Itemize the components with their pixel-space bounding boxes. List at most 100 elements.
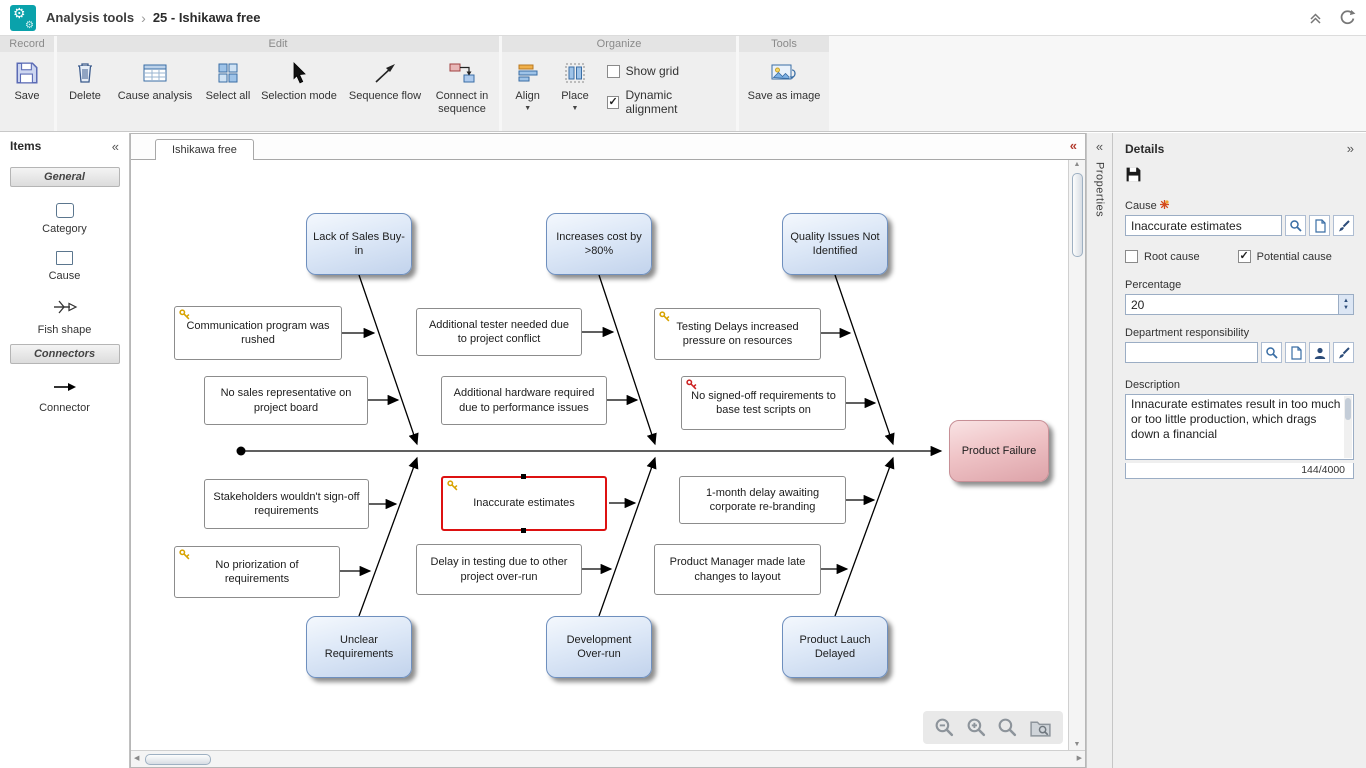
cause-node[interactable]: Additional tester needed due to project … bbox=[416, 308, 582, 356]
save-as-image-button[interactable]: Save as image bbox=[741, 54, 827, 131]
breadcrumb-app-name[interactable]: Analysis tools bbox=[46, 10, 134, 25]
show-grid-checkbox[interactable] bbox=[607, 65, 620, 78]
cause-field-label: Cause bbox=[1125, 200, 1157, 212]
search-icon[interactable] bbox=[1261, 342, 1282, 363]
selection-handle[interactable] bbox=[521, 528, 526, 533]
canvas-horizontal-scrollbar[interactable]: ◀ ▶ bbox=[131, 750, 1085, 767]
category-node[interactable]: Quality Issues Not Identified bbox=[782, 213, 888, 275]
place-dropdown-icon[interactable]: ▼ bbox=[572, 106, 579, 112]
selection-mode-button[interactable]: Selection mode bbox=[257, 54, 341, 131]
cause-node[interactable]: No priorization of requirements bbox=[174, 546, 340, 598]
step-up-icon[interactable]: ▲ bbox=[1343, 298, 1349, 305]
ribbon-group-edit: Edit Delete Cause analysis Select all bbox=[57, 36, 499, 131]
scroll-right-icon[interactable]: ▶ bbox=[1077, 754, 1082, 764]
cause-node[interactable]: No signed-off requirements to base test … bbox=[681, 376, 846, 430]
cause-node-selected[interactable]: Inaccurate estimates bbox=[441, 476, 607, 531]
properties-tab[interactable]: Properties bbox=[1094, 162, 1106, 217]
sidebar-item-category[interactable]: Category bbox=[0, 203, 129, 235]
scroll-up-icon[interactable]: ▲ bbox=[1074, 160, 1081, 170]
ribbon: Record Save Edit Delete Caus bbox=[0, 36, 1366, 132]
section-connectors[interactable]: Connectors bbox=[10, 344, 120, 364]
delete-label: Delete bbox=[69, 90, 101, 103]
description-scroll-thumb[interactable] bbox=[1345, 398, 1351, 420]
key-icon bbox=[447, 480, 458, 495]
sidebar-item-cause[interactable]: Cause bbox=[0, 251, 129, 282]
zoom-in-icon[interactable] bbox=[966, 717, 987, 738]
cause-analysis-button[interactable]: Cause analysis bbox=[111, 54, 199, 131]
scroll-left-icon[interactable]: ◀ bbox=[134, 754, 139, 764]
sequence-flow-button[interactable]: Sequence flow bbox=[341, 54, 429, 131]
delete-button[interactable]: Delete bbox=[59, 54, 111, 131]
align-button[interactable]: Align ▼ bbox=[504, 54, 551, 131]
category-node[interactable]: Increases cost by >80% bbox=[546, 213, 652, 275]
cause-label: Communication program was rushed bbox=[183, 319, 333, 348]
select-all-button[interactable]: Select all bbox=[199, 54, 257, 131]
zoom-reset-icon[interactable] bbox=[997, 717, 1018, 738]
cause-node[interactable]: Delay in testing due to other project ov… bbox=[416, 544, 582, 595]
cause-input[interactable] bbox=[1125, 215, 1282, 236]
root-cause-checkbox[interactable] bbox=[1125, 250, 1138, 263]
category-node[interactable]: Product Lauch Delayed bbox=[782, 616, 888, 678]
cause-node[interactable]: Product Manager made late changes to lay… bbox=[654, 544, 821, 595]
app-logo-icon: ⚙ ⚙ bbox=[10, 5, 36, 31]
percentage-stepper[interactable]: ▲ ▼ bbox=[1338, 295, 1353, 314]
effect-node[interactable]: Product Failure bbox=[949, 420, 1049, 482]
percentage-input[interactable] bbox=[1125, 294, 1354, 315]
align-dropdown-icon[interactable]: ▼ bbox=[524, 106, 531, 112]
zoom-toolbar bbox=[923, 711, 1063, 744]
collapse-ribbon-icon[interactable] bbox=[1308, 11, 1323, 25]
fish-shape-item-label: Fish shape bbox=[38, 324, 92, 336]
canvas-vertical-scrollbar[interactable]: ▲ ▼ bbox=[1068, 160, 1085, 750]
collapse-items-icon[interactable]: « bbox=[112, 139, 119, 154]
category-node[interactable]: Development Over-run bbox=[546, 616, 652, 678]
ribbon-group-record-label: Record bbox=[0, 36, 54, 52]
cause-node[interactable]: Communication program was rushed bbox=[174, 306, 342, 360]
cause-node[interactable]: 1-month delay awaiting corporate re-bran… bbox=[679, 476, 846, 524]
brush-icon[interactable] bbox=[1333, 215, 1354, 236]
step-down-icon[interactable]: ▼ bbox=[1343, 305, 1349, 312]
section-general[interactable]: General bbox=[10, 167, 120, 187]
category-node[interactable]: Lack of Sales Buy-in bbox=[306, 213, 412, 275]
cause-node[interactable]: Testing Delays increased pressure on res… bbox=[654, 308, 821, 360]
document-icon[interactable] bbox=[1309, 215, 1330, 236]
cause-node[interactable]: Stakeholders wouldn't sign-off requireme… bbox=[204, 479, 369, 529]
fish-shape-icon bbox=[52, 298, 78, 319]
connect-in-sequence-button[interactable]: Connect in sequence bbox=[429, 54, 495, 131]
fishbone-canvas[interactable]: Lack of Sales Buy-in Increases cost by >… bbox=[131, 160, 1068, 750]
tab-ishikawa-free[interactable]: Ishikawa free bbox=[155, 139, 254, 160]
horizontal-scroll-thumb[interactable] bbox=[145, 754, 211, 765]
description-scrollbar[interactable] bbox=[1344, 396, 1352, 458]
collapse-diagram-icon[interactable]: « bbox=[1070, 138, 1077, 153]
scroll-down-icon[interactable]: ▼ bbox=[1074, 740, 1081, 750]
fit-to-window-icon[interactable] bbox=[1029, 717, 1052, 738]
department-input[interactable] bbox=[1125, 342, 1258, 363]
details-title: Details bbox=[1125, 142, 1164, 156]
collapse-details-icon[interactable]: » bbox=[1347, 141, 1354, 156]
collapse-properties-icon[interactable]: « bbox=[1096, 139, 1103, 154]
person-icon[interactable] bbox=[1309, 342, 1330, 363]
potential-cause-checkbox[interactable]: ✓ bbox=[1238, 250, 1251, 263]
vertical-scroll-thumb[interactable] bbox=[1072, 173, 1083, 257]
sidebar-item-connector[interactable]: Connector bbox=[0, 380, 129, 414]
ribbon-group-edit-label: Edit bbox=[57, 36, 499, 52]
sequence-flow-label: Sequence flow bbox=[349, 90, 421, 103]
sidebar-item-fish-shape[interactable]: Fish shape bbox=[0, 298, 129, 336]
description-textarea[interactable]: Innacurate estimates result in too much … bbox=[1125, 394, 1354, 460]
document-icon[interactable] bbox=[1285, 342, 1306, 363]
place-button[interactable]: Place ▼ bbox=[551, 54, 598, 131]
cause-node[interactable]: No sales representative on project board bbox=[204, 376, 368, 425]
dynamic-alignment-checkbox[interactable]: ✓ bbox=[607, 96, 620, 109]
key-icon bbox=[179, 549, 190, 564]
brush-icon[interactable] bbox=[1333, 342, 1354, 363]
save-button[interactable]: Save bbox=[2, 54, 52, 131]
refresh-icon[interactable] bbox=[1339, 9, 1356, 26]
selection-handle[interactable] bbox=[521, 474, 526, 479]
save-details-icon[interactable] bbox=[1125, 166, 1142, 183]
zoom-out-icon[interactable] bbox=[934, 717, 955, 738]
connect-in-sequence-label: Connect in sequence bbox=[429, 90, 495, 115]
category-node[interactable]: Unclear Requirements bbox=[306, 616, 412, 678]
cause-label: Additional tester needed due to project … bbox=[425, 318, 573, 347]
cause-node[interactable]: Additional hardware required due to perf… bbox=[441, 376, 607, 425]
show-grid-label: Show grid bbox=[626, 64, 679, 78]
search-icon[interactable] bbox=[1285, 215, 1306, 236]
